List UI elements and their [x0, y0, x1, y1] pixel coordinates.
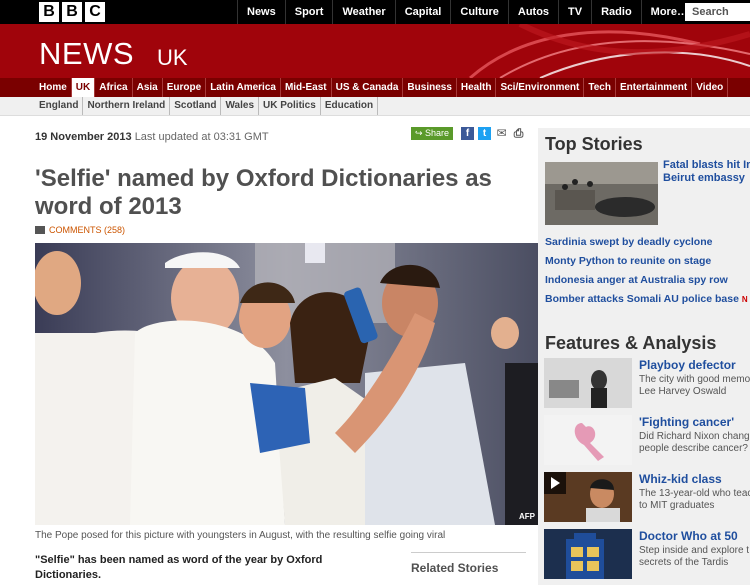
facebook-icon[interactable]: f: [461, 127, 475, 140]
global-nav: News Sport Weather Capital Culture Autos…: [237, 0, 697, 24]
news-brand[interactable]: NEWS: [39, 36, 134, 72]
feature-title: 'Fighting cancer': [639, 415, 735, 429]
section-nav-entertainment[interactable]: Entertainment: [616, 78, 693, 97]
sub-nav-northern-ireland[interactable]: Northern Ireland: [83, 97, 171, 115]
article-updated: Last updated at 03:31 GMT: [134, 131, 269, 143]
search-input[interactable]: Search: [685, 3, 750, 21]
new-badge: N: [741, 295, 748, 304]
share-button[interactable]: ↪ Share: [411, 127, 454, 140]
comment-icon: [35, 226, 45, 234]
top-story-link[interactable]: Bomber attacks Somali AU police base N: [545, 293, 748, 312]
global-nav-capital[interactable]: Capital: [394, 0, 451, 24]
global-nav-weather[interactable]: Weather: [332, 0, 394, 24]
top-story-link[interactable]: Monty Python to reunite on stage: [545, 255, 748, 274]
sub-nav-uk-politics[interactable]: UK Politics: [259, 97, 321, 115]
feature-desc: Did Richard Nixon chang people describe …: [639, 431, 750, 455]
section-nav-europe[interactable]: Europe: [163, 78, 207, 97]
section-nav-latin-america[interactable]: Latin America: [206, 78, 281, 97]
feature-desc-line: The 13-year-old who teac: [639, 488, 750, 499]
section-nav-africa[interactable]: Africa: [95, 78, 133, 97]
feature-desc-line: to MIT graduates: [639, 500, 715, 511]
article-headline: 'Selfie' named by Oxford Dictionaries as…: [35, 165, 492, 220]
photo-credit: AFP: [519, 512, 535, 521]
top-story-lead-line: Beirut embassy: [663, 172, 745, 184]
top-stories-list: Sardinia swept by deadly cyclone Monty P…: [545, 236, 748, 312]
logo-letter: C: [85, 2, 105, 22]
masthead: NEWS UK: [0, 24, 750, 78]
top-bar: B B C News Sport Weather Capital Culture…: [0, 0, 750, 24]
edition-label: UK: [157, 45, 188, 70]
print-icon[interactable]: ⎙: [512, 127, 526, 140]
top-story-link[interactable]: Indonesia anger at Australia spy row: [545, 274, 748, 293]
feature-desc-line: Did Richard Nixon chang: [639, 431, 750, 442]
section-nav-asia[interactable]: Asia: [133, 78, 163, 97]
feature-item[interactable]: Whiz-kid class The 13-year-old who teac …: [544, 472, 750, 522]
feature-desc: The 13-year-old who teac to MIT graduate…: [639, 488, 750, 512]
top-story-link[interactable]: Sardinia swept by deadly cyclone: [545, 236, 748, 255]
bbc-logo[interactable]: B B C: [39, 2, 105, 22]
feature-desc-line: Lee Harvey Oswald: [639, 386, 727, 397]
dateline: 19 November 2013 Last updated at 03:31 G…: [35, 131, 269, 143]
top-story-link-text: Bomber attacks Somali AU police base: [545, 293, 739, 305]
global-nav-news[interactable]: News: [237, 0, 285, 24]
right-column: Top Stories Fatal blasts hit Ira Beirut …: [538, 128, 750, 585]
sub-nav-education[interactable]: Education: [321, 97, 379, 115]
section-nav-tech[interactable]: Tech: [584, 78, 616, 97]
feature-item[interactable]: 'Fighting cancer' Did Richard Nixon chan…: [544, 415, 750, 465]
photo-caption: The Pope posed for this picture with you…: [35, 530, 446, 541]
twitter-icon[interactable]: t: [478, 127, 492, 140]
section-nav-health[interactable]: Health: [457, 78, 497, 97]
feature-thumbnail: [544, 529, 632, 579]
feature-desc: Step inside and explore t secrets of the…: [639, 545, 749, 569]
section-nav-sci-environment[interactable]: Sci/Environment: [496, 78, 585, 97]
feature-item[interactable]: Playboy defector The city with good memo…: [544, 358, 750, 408]
section-nav-business[interactable]: Business: [403, 78, 457, 97]
feature-title: Doctor Who at 50: [639, 529, 738, 543]
sub-nav-scotland[interactable]: Scotland: [170, 97, 222, 115]
features-title: Features & Analysis: [545, 333, 717, 353]
related-stories-heading: Related Stories: [411, 552, 526, 575]
share-label: Share: [425, 128, 450, 138]
top-stories-title: Top Stories: [545, 134, 643, 154]
logo-letter: B: [39, 2, 59, 22]
feature-thumbnail: [544, 358, 632, 408]
global-nav-autos[interactable]: Autos: [507, 0, 558, 24]
comments-link[interactable]: COMMENTS (258): [35, 225, 125, 235]
global-nav-culture[interactable]: Culture: [450, 0, 508, 24]
selfie-photo-illustration: [35, 243, 538, 525]
section-nav-home[interactable]: Home: [35, 78, 72, 97]
email-icon[interactable]: ✉: [495, 127, 509, 140]
top-story-image[interactable]: [545, 162, 658, 225]
feature-title: Playboy defector: [639, 358, 736, 372]
share-bar: ↪ Share f t ✉ ⎙: [411, 127, 526, 140]
top-story-lead[interactable]: Fatal blasts hit Ira Beirut embassy: [663, 159, 750, 185]
feature-desc-line: Step inside and explore t: [639, 545, 750, 556]
logo-letter: B: [62, 2, 82, 22]
feature-desc-line: The city with good memo: [639, 374, 750, 385]
global-nav-sport[interactable]: Sport: [284, 0, 333, 24]
comments-label: COMMENTS (258): [49, 225, 126, 235]
global-nav-tv[interactable]: TV: [558, 0, 591, 24]
article-photo: AFP: [35, 243, 538, 525]
sub-nav-wales[interactable]: Wales: [221, 97, 260, 115]
article-intro: "Selfie" has been named as word of the y…: [35, 554, 323, 581]
feature-desc-line: secrets of the Tardis: [639, 557, 729, 568]
section-nav-uk[interactable]: UK: [71, 78, 96, 97]
section-nav-mid-east[interactable]: Mid-East: [281, 78, 332, 97]
feature-item[interactable]: Doctor Who at 50 Step inside and explore…: [544, 529, 750, 579]
article-date: 19 November 2013: [35, 131, 132, 143]
feature-title: Whiz-kid class: [639, 472, 722, 486]
sub-nav-england[interactable]: England: [35, 97, 84, 115]
feature-desc: The city with good memo Lee Harvey Oswal…: [639, 374, 750, 398]
feature-thumbnail: [544, 472, 632, 522]
section-nav-us-canada[interactable]: US & Canada: [332, 78, 404, 97]
feature-desc-line: people describe cancer?: [639, 443, 748, 454]
feature-thumbnail: [544, 415, 632, 465]
section-nav-video[interactable]: Video: [692, 78, 729, 97]
global-nav-radio[interactable]: Radio: [591, 0, 641, 24]
section-nav: Home UK Africa Asia Europe Latin America…: [0, 78, 750, 97]
sub-nav: England Northern Ireland Scotland Wales …: [0, 97, 750, 116]
top-story-lead-line: Fatal blasts hit Ira: [663, 159, 750, 171]
